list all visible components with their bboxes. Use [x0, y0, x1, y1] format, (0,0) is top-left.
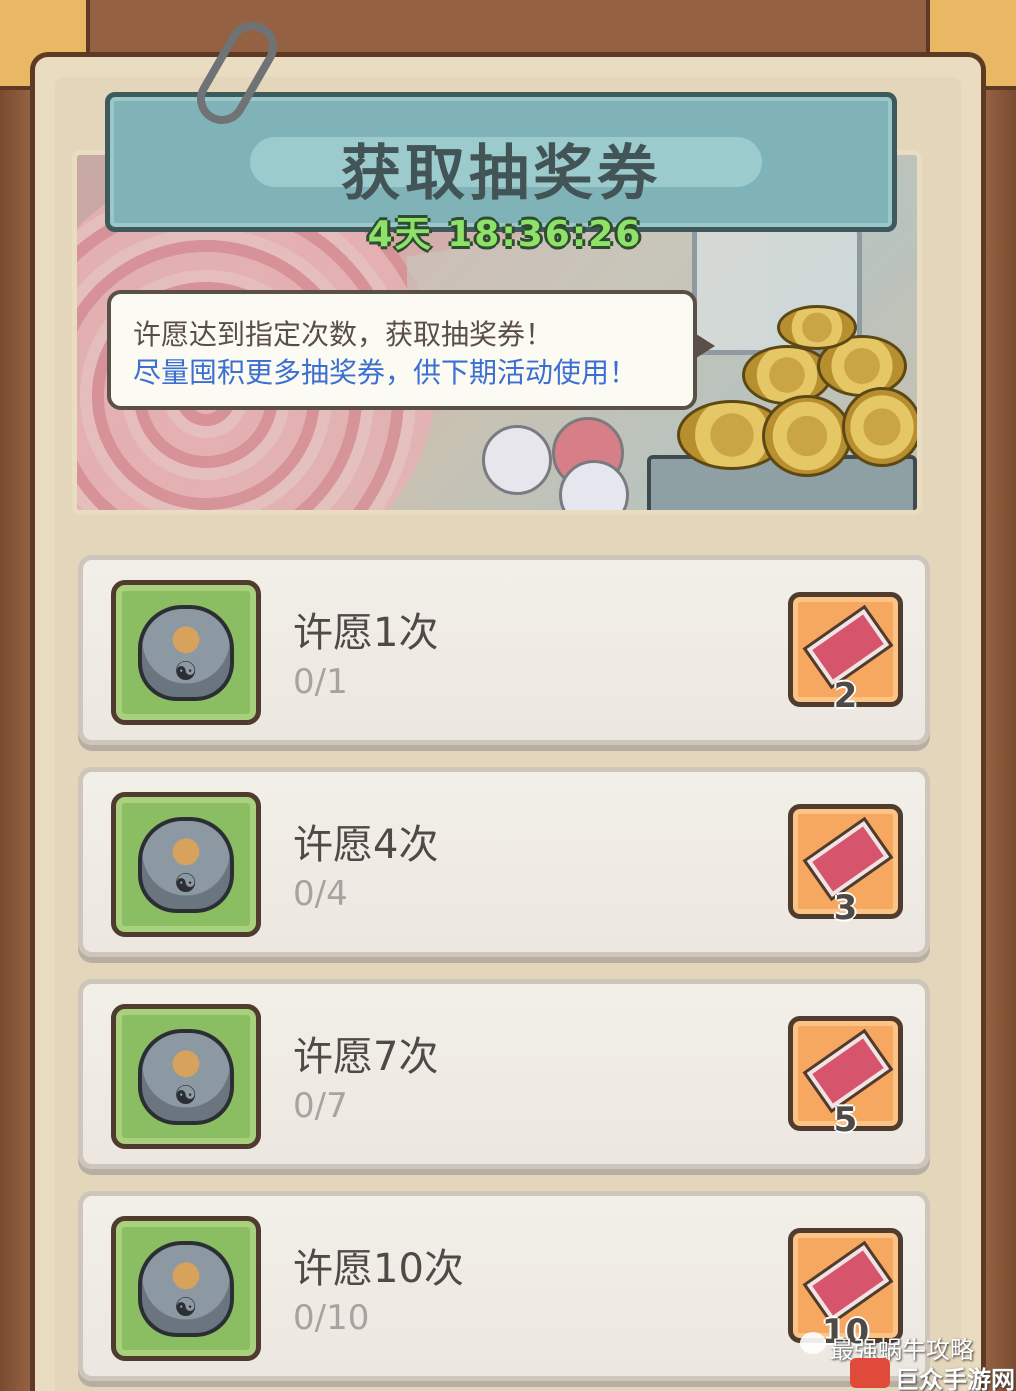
- page-title: 获取抽奖券: [341, 139, 661, 209]
- reward-count: 2: [833, 676, 858, 716]
- task-name: 许愿1次: [293, 610, 439, 656]
- task-row: 许愿1次 0/1 2: [78, 555, 930, 745]
- ticket-icon: [803, 815, 893, 903]
- task-icon-frame: [111, 792, 261, 937]
- task-name: 许愿7次: [293, 1034, 439, 1080]
- task-icon-frame: [111, 1216, 261, 1361]
- reward-slot[interactable]: 10: [788, 1228, 903, 1352]
- watermark: 最强蜗牛攻略 巨众手游网: [800, 1330, 1015, 1391]
- info-text-primary: 许愿达到指定次数，获取抽奖券！: [133, 318, 554, 351]
- countdown-timer: 4天 18:36:26: [367, 214, 643, 255]
- ticket-icon: [803, 603, 893, 691]
- task-icon-frame: [111, 1004, 261, 1149]
- wechat-icon: [800, 1332, 826, 1354]
- cauldron-icon: [138, 605, 234, 701]
- task-progress: 0/4: [293, 874, 348, 914]
- wood-frame: 许愿达到指定次数，获取抽奖券！ 尽量囤积更多抽奖券，供下期活动使用！ 获取抽奖券…: [0, 0, 1016, 1391]
- task-progress: 0/7: [293, 1086, 348, 1126]
- site-logo-icon: [850, 1358, 890, 1388]
- coin-icon: [842, 387, 917, 467]
- info-text-highlight: 尽量囤积更多抽奖券，供下期活动使用！: [133, 356, 638, 389]
- reward-slot[interactable]: 2: [788, 592, 903, 716]
- task-name: 许愿10次: [293, 1246, 464, 1292]
- watermark-site: 巨众手游网: [895, 1366, 1015, 1391]
- task-name: 许愿4次: [293, 822, 439, 868]
- cauldron-icon: [138, 1241, 234, 1337]
- reward-count: 3: [833, 888, 858, 928]
- ticket-icon: [803, 1239, 893, 1327]
- task-progress: 0/10: [293, 1298, 370, 1338]
- ticket-icon: [803, 1027, 893, 1115]
- reward-count: 5: [833, 1100, 858, 1140]
- task-icon-frame: [111, 580, 261, 725]
- reward-slot[interactable]: 3: [788, 804, 903, 928]
- cauldron-icon: [138, 1029, 234, 1125]
- reward-slot[interactable]: 5: [788, 1016, 903, 1140]
- cauldron-icon: [138, 817, 234, 913]
- white-ball-icon: [482, 425, 552, 495]
- info-speech-bubble: 许愿达到指定次数，获取抽奖券！ 尽量囤积更多抽奖券，供下期活动使用！: [107, 290, 715, 410]
- coin-icon: [762, 395, 852, 477]
- task-row: 许愿7次 0/7 5: [78, 979, 930, 1169]
- coin-icon: [777, 305, 857, 350]
- task-progress: 0/1: [293, 662, 348, 702]
- task-row: 许愿4次 0/4 3: [78, 767, 930, 957]
